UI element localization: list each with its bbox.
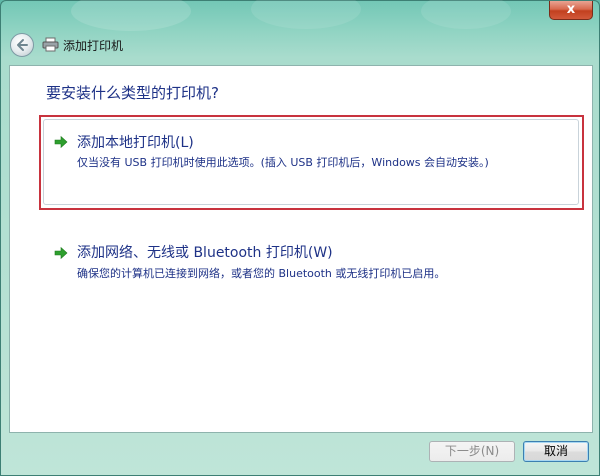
printer-icon <box>42 37 59 52</box>
add-network-printer-description: 确保您的计算机已连接到网络，或者您的 Bluetooth 或无线打印机已启用。 <box>77 267 446 280</box>
glass-reflection <box>71 0 191 31</box>
window-title: 添加打印机 <box>63 39 124 53</box>
add-local-printer-description: 仅当没有 USB 打印机时使用此选项。(插入 USB 打印机后，Windows … <box>77 156 489 169</box>
green-arrow-icon <box>54 246 68 260</box>
glass-reflection <box>251 0 361 29</box>
glass-reflection <box>421 0 511 29</box>
close-button[interactable]: x <box>549 1 593 20</box>
green-arrow-icon <box>54 135 68 149</box>
page-heading: 要安装什么类型的打印机? <box>46 84 219 102</box>
cancel-button[interactable]: 取消 <box>523 441 589 462</box>
add-local-printer-title[interactable]: 添加本地打印机(L) <box>77 132 194 152</box>
dialog-window: x 添加打印机 要安装什么类型的打印机? 添加本地打印机(L) 仅当没有 USB… <box>0 0 600 476</box>
back-button[interactable] <box>10 33 34 57</box>
button-bar: 下一步(N) 取消 <box>1 433 599 475</box>
next-button[interactable]: 下一步(N) <box>429 441 515 462</box>
back-arrow-icon <box>17 39 28 51</box>
content-panel: 要安装什么类型的打印机? 添加本地打印机(L) 仅当没有 USB 打印机时使用此… <box>9 65 593 433</box>
add-network-printer-title[interactable]: 添加网络、无线或 Bluetooth 打印机(W) <box>77 242 333 262</box>
